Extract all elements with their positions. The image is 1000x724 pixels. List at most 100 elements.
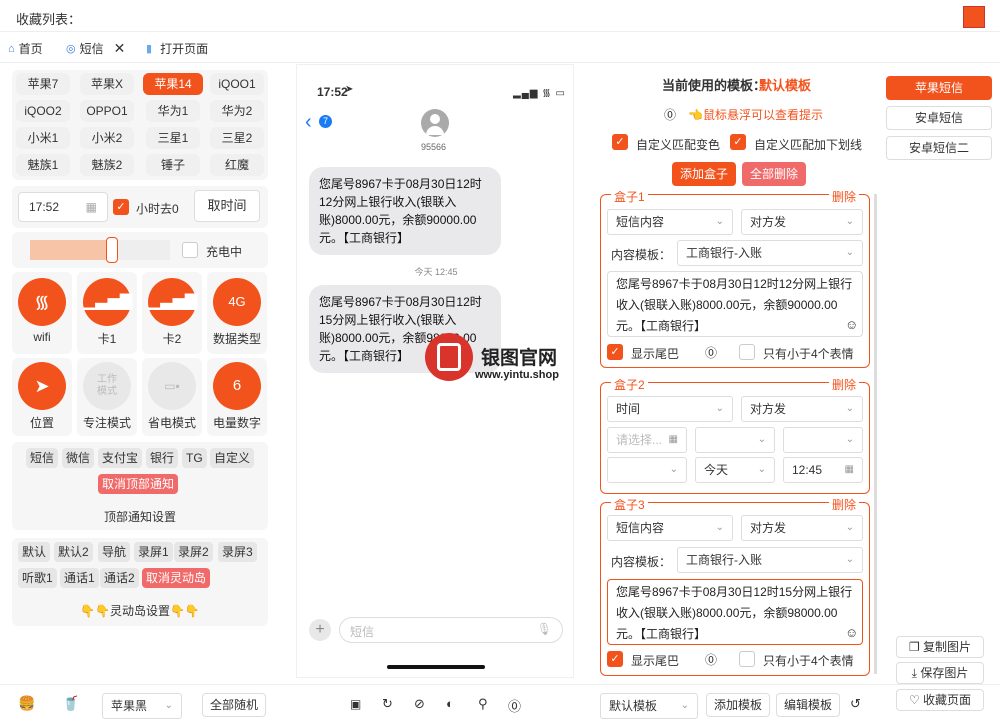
- burger-icon[interactable]: 🍔: [18, 695, 35, 712]
- model-chip-selected[interactable]: 苹果14: [143, 73, 203, 95]
- island-tag[interactable]: 听歌1: [18, 568, 57, 588]
- direction-select[interactable]: 对方发 ⌄: [741, 396, 863, 422]
- model-chip[interactable]: 华为1: [146, 100, 200, 122]
- emoji-icon[interactable]: ☺: [845, 317, 858, 332]
- edit-template-button[interactable]: 编辑模板: [776, 693, 840, 717]
- toggle-card[interactable]: ▁▃▅▇ 卡1: [77, 272, 137, 354]
- android-sms-button[interactable]: 安卓短信: [886, 106, 992, 130]
- toggle-card[interactable]: 工作 模式 专注模式: [77, 358, 137, 436]
- color-swatch[interactable]: [963, 6, 985, 28]
- battery-slider-handle[interactable]: [106, 237, 118, 263]
- box-type-select[interactable]: 短信内容 ⌄: [607, 515, 733, 541]
- date-picker[interactable]: 请选择... ▦: [607, 427, 687, 453]
- model-chip[interactable]: 三星2: [210, 127, 264, 149]
- add-box-button[interactable]: 添加盒子: [672, 162, 736, 186]
- toggle-card[interactable]: ➤ 位置: [12, 358, 72, 436]
- delete-box-button[interactable]: 删除: [829, 188, 860, 205]
- model-chip[interactable]: 小米2: [80, 127, 134, 149]
- show-tail-checkbox[interactable]: ✓: [607, 651, 623, 667]
- hour-select[interactable]: ⌄: [695, 427, 775, 453]
- time-input[interactable]: 17:52 ▦: [18, 192, 108, 222]
- randomize-all-button[interactable]: 全部随机: [202, 693, 266, 717]
- model-chip[interactable]: OPPO1: [80, 100, 134, 122]
- eye-off-icon[interactable]: ⊘: [414, 696, 425, 712]
- toggle-card[interactable]: ᯾ wifi: [12, 272, 72, 354]
- box-type-select[interactable]: 短信内容 ⌄: [607, 209, 733, 235]
- toggle-card[interactable]: ▭▪ 省电模式: [142, 358, 202, 436]
- island-tag[interactable]: 录屏3: [218, 542, 257, 562]
- model-chip[interactable]: 苹果X: [80, 73, 134, 95]
- android-sms-2-button[interactable]: 安卓短信二: [886, 136, 992, 160]
- help-icon[interactable]: ⓪: [508, 696, 521, 715]
- cancel-island-button[interactable]: 取消灵动岛: [142, 568, 211, 588]
- sms-content-textarea[interactable]: 您尾号8967卡于08月30日12时15分网上银行收入(银联入账)8000.00…: [607, 579, 863, 645]
- get-time-button[interactable]: 取时间: [194, 190, 260, 222]
- notify-tag[interactable]: 微信: [62, 448, 95, 468]
- toggle-card[interactable]: ▁▃▅▇ 卡2: [142, 272, 202, 354]
- copy-image-button[interactable]: ❐ 复制图片: [896, 636, 984, 658]
- island-tag[interactable]: 导航: [98, 542, 131, 562]
- content-template-select[interactable]: 工商银行-入账 ⌄: [677, 240, 863, 266]
- island-tag[interactable]: 通话2: [100, 568, 139, 588]
- week-select[interactable]: ⌄: [607, 457, 687, 483]
- plus-icon[interactable]: +: [309, 619, 331, 641]
- theme-select[interactable]: 苹果黑 ⌄: [102, 693, 182, 719]
- toggle-card[interactable]: 6 电量数字: [207, 358, 267, 436]
- model-chip[interactable]: 锤子: [146, 154, 200, 176]
- tab-sms[interactable]: ◎ 短信 ✕: [66, 40, 125, 57]
- cup-icon[interactable]: 🥤: [62, 695, 79, 712]
- back-icon[interactable]: ‹: [305, 111, 312, 134]
- charging-checkbox[interactable]: [182, 242, 198, 258]
- help-icon[interactable]: ⓪: [705, 344, 717, 361]
- notify-tag[interactable]: 短信: [26, 448, 59, 468]
- island-tag[interactable]: 通话1: [60, 568, 99, 588]
- box-type-select[interactable]: 时间 ⌄: [607, 396, 733, 422]
- template-select[interactable]: 默认模板 ⌄: [600, 693, 698, 719]
- island-tag[interactable]: 默认: [18, 542, 51, 562]
- mic-icon[interactable]: 🎙: [537, 622, 552, 636]
- pin-icon[interactable]: ⚲: [478, 696, 488, 712]
- pip-icon[interactable]: ▣: [350, 697, 361, 711]
- scrollbar[interactable]: [874, 194, 877, 674]
- show-tail-checkbox[interactable]: ✓: [607, 344, 623, 360]
- save-image-button[interactable]: ⤓ 保存图片: [896, 662, 984, 684]
- match-underline-checkbox[interactable]: ✓: [730, 134, 746, 150]
- model-chip[interactable]: 苹果7: [16, 73, 70, 95]
- day-select[interactable]: 今天 ⌄: [695, 457, 775, 483]
- apple-sms-button[interactable]: 苹果短信: [886, 76, 992, 100]
- content-template-select[interactable]: 工商银行-入账 ⌄: [677, 547, 863, 573]
- model-chip[interactable]: 三星1: [146, 127, 200, 149]
- model-chip[interactable]: 魅族2: [80, 154, 134, 176]
- notify-tag[interactable]: TG: [182, 448, 207, 468]
- tab-home[interactable]: ⌂ 首页: [8, 40, 43, 57]
- emoji-only-checkbox[interactable]: [739, 651, 755, 667]
- add-template-button[interactable]: 添加模板: [706, 693, 770, 717]
- notify-tag[interactable]: 自定义: [210, 448, 255, 468]
- delete-box-button[interactable]: 删除: [829, 496, 860, 513]
- model-chip[interactable]: 华为2: [210, 100, 264, 122]
- model-chip[interactable]: iQOO2: [16, 100, 70, 122]
- notify-tag[interactable]: 支付宝: [98, 448, 143, 468]
- model-chip[interactable]: 小米1: [16, 127, 70, 149]
- emoji-icon[interactable]: ☺: [845, 625, 858, 640]
- minute-select[interactable]: ⌄: [783, 427, 863, 453]
- delete-box-button[interactable]: 删除: [829, 376, 860, 393]
- model-chip[interactable]: 魅族1: [16, 154, 70, 176]
- direction-select[interactable]: 对方发 ⌄: [741, 209, 863, 235]
- cancel-notify-button[interactable]: 取消顶部通知: [98, 474, 179, 494]
- refresh-icon[interactable]: ↺: [850, 696, 861, 712]
- sms-input[interactable]: 短信 🎙: [339, 617, 563, 643]
- island-tag[interactable]: 录屏1: [134, 542, 173, 562]
- delete-all-button[interactable]: 全部删除: [742, 162, 806, 186]
- close-icon[interactable]: ✕: [114, 40, 126, 57]
- time-picker[interactable]: 12:45 ▦: [783, 457, 863, 483]
- contrast-icon[interactable]: ◐: [446, 696, 454, 711]
- help-icon[interactable]: ⓪: [664, 106, 676, 123]
- notify-tag[interactable]: 银行: [146, 448, 179, 468]
- match-color-checkbox[interactable]: ✓: [612, 134, 628, 150]
- emoji-only-checkbox[interactable]: [739, 344, 755, 360]
- sms-content-textarea[interactable]: 您尾号8967卡于08月30日12时12分网上银行收入(银联入账)8000.00…: [607, 271, 863, 337]
- toggle-card[interactable]: 4G 数据类型: [207, 272, 267, 354]
- favorite-page-button[interactable]: ♡ 收藏页面: [896, 689, 984, 711]
- island-tag[interactable]: 默认2: [54, 542, 93, 562]
